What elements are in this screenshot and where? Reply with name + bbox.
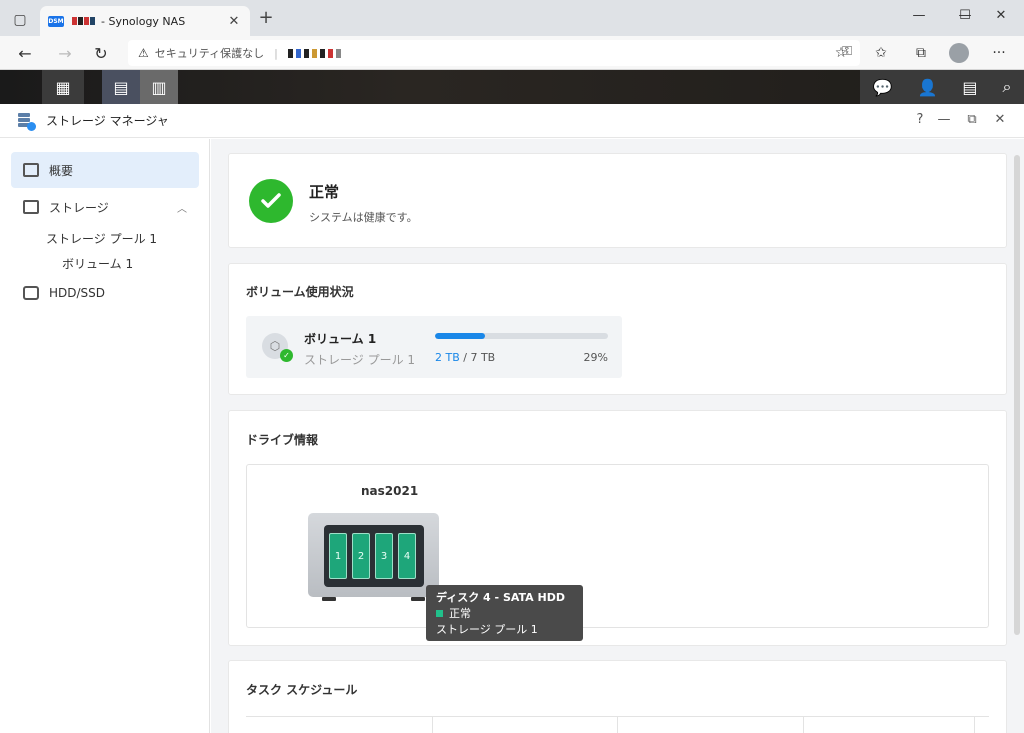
url-field[interactable]: ⚠ セキュリティ保護なし | ⚿ bbox=[128, 40, 860, 66]
main-content: 正常 システムは健康です。 ボリューム使用状況 ⬡ ✓ ボリューム 1 ストレー… bbox=[211, 139, 1024, 733]
drive-info-card: ドライブ情報 nas2021 1 2 3 4 bbox=[228, 410, 1007, 646]
disk-bay-3[interactable]: 3 bbox=[375, 533, 393, 579]
address-bar-row: ← → ↻ ⚠ セキュリティ保護なし | ⚿ ☆ ✩ ⧉ ··· bbox=[0, 36, 1024, 70]
volume-used: 2 TB / 7 TB bbox=[435, 351, 495, 364]
sidebar-item-overview[interactable]: 概要 bbox=[11, 152, 199, 188]
favorites-icon[interactable]: ✩ bbox=[868, 41, 894, 65]
used-separator: / bbox=[459, 351, 471, 364]
status-card: 正常 システムは健康です。 bbox=[228, 153, 1007, 248]
disk-bay-1[interactable]: 1 bbox=[329, 533, 347, 579]
profile-icon[interactable] bbox=[946, 41, 972, 65]
notifications-icon[interactable]: 💬 bbox=[873, 78, 893, 97]
dsm-taskbar: ▦ ▤ ▥ 💬 👤 ▤ ⌕ bbox=[0, 70, 1024, 104]
new-tab-icon[interactable]: + bbox=[256, 8, 276, 28]
redacted-url bbox=[287, 48, 341, 58]
column-divider bbox=[803, 717, 804, 733]
hdd-icon bbox=[23, 286, 39, 300]
tab-actions-icon[interactable]: ▢ bbox=[8, 8, 32, 32]
sidebar-item-label: ストレージ bbox=[49, 200, 109, 215]
content-scrollbar[interactable] bbox=[1014, 155, 1020, 635]
app-title: ストレージ マネージャ bbox=[46, 114, 169, 128]
volume-name: ボリューム 1 bbox=[304, 332, 377, 346]
forward-icon: → bbox=[58, 43, 72, 63]
search-icon[interactable]: ⌕ bbox=[1003, 77, 1012, 97]
file-station-icon[interactable]: ▤ bbox=[102, 70, 140, 104]
chevron-up-icon[interactable]: ︿ bbox=[177, 200, 187, 215]
sidebar-item-hdd[interactable]: HDD/SSD bbox=[11, 275, 199, 311]
sidebar-item-storage-pool[interactable]: ストレージ プール 1 bbox=[46, 230, 157, 247]
help-icon[interactable]: ? bbox=[910, 112, 930, 130]
window-close-icon[interactable]: ✕ bbox=[978, 0, 1024, 30]
user-icon[interactable]: 👤 bbox=[917, 78, 937, 97]
app-close-icon[interactable]: ✕ bbox=[990, 112, 1010, 130]
widgets-icon[interactable]: ▤ bbox=[962, 78, 977, 97]
url-separator: | bbox=[274, 46, 278, 60]
volume-usage-title: ボリューム使用状況 bbox=[246, 285, 354, 299]
redacted-text bbox=[72, 17, 95, 25]
taskbar-right-tray: 💬 👤 ▤ ⌕ bbox=[860, 70, 1024, 104]
storage-icon bbox=[23, 200, 39, 214]
sidebar-item-label: HDD/SSD bbox=[49, 286, 106, 300]
status-dot-icon bbox=[436, 610, 443, 617]
disk-bay-4[interactable]: 4 bbox=[398, 533, 416, 579]
column-divider bbox=[617, 717, 618, 733]
security-warning: セキュリティ保護なし bbox=[154, 47, 265, 60]
reload-icon[interactable]: ↻ bbox=[88, 41, 114, 65]
tab-title: - Synology NAS bbox=[101, 14, 186, 28]
sidebar-item-label: 概要 bbox=[49, 163, 74, 178]
sidebar-item-storage[interactable]: ストレージ ︿ bbox=[11, 189, 199, 225]
tooltip-status: 正常 bbox=[449, 607, 471, 620]
nas-front-panel: 1 2 3 4 bbox=[324, 525, 424, 587]
storage-manager-logo-icon bbox=[16, 111, 36, 131]
usage-bar bbox=[435, 333, 608, 339]
sidebar: 概要 ストレージ ︿ ストレージ プール 1 ボリューム 1 HDD/SSD bbox=[0, 139, 210, 733]
disk-tooltip: ディスク 4 - SATA HDD 正常 ストレージ プール 1 bbox=[426, 585, 583, 641]
tab-close-icon[interactable]: ✕ bbox=[226, 14, 242, 29]
task-table-header bbox=[246, 716, 989, 733]
back-icon[interactable]: ← bbox=[12, 41, 38, 65]
main-menu-icon[interactable]: ▦ bbox=[42, 70, 84, 104]
status-title: 正常 bbox=[309, 183, 340, 201]
app-minimize-icon[interactable]: — bbox=[934, 112, 954, 130]
collections-icon[interactable]: ⧉ bbox=[908, 41, 934, 65]
nas-foot bbox=[411, 597, 425, 601]
status-subtitle: システムは健康です。 bbox=[309, 211, 418, 224]
task-schedule-card: タスク スケジュール bbox=[228, 660, 1007, 733]
favorite-add-icon[interactable]: ☆ bbox=[828, 41, 854, 65]
total-value: 7 TB bbox=[470, 351, 496, 364]
more-icon[interactable]: ··· bbox=[986, 41, 1012, 65]
status-ok-icon bbox=[249, 179, 293, 223]
browser-tab[interactable]: DSM - Synology NAS ✕ bbox=[40, 6, 250, 36]
window-minimize-icon[interactable]: — bbox=[896, 0, 942, 30]
used-value: 2 TB bbox=[435, 351, 460, 364]
nas-foot bbox=[322, 597, 336, 601]
sidebar-item-volume[interactable]: ボリューム 1 bbox=[62, 255, 133, 272]
app-restore-icon[interactable]: ⧉ bbox=[962, 112, 982, 130]
column-divider bbox=[974, 717, 975, 733]
volume-item[interactable]: ⬡ ✓ ボリューム 1 ストレージ プール 1 2 TB / 7 TB 29% bbox=[246, 316, 622, 378]
volume-pool: ストレージ プール 1 bbox=[304, 353, 416, 367]
usage-bar-fill bbox=[435, 333, 486, 339]
tooltip-pool: ストレージ プール 1 bbox=[436, 623, 538, 636]
volume-ok-icon: ✓ bbox=[280, 349, 293, 362]
app-header: ストレージ マネージャ ? — ⧉ ✕ bbox=[0, 104, 1024, 138]
drive-info-title: ドライブ情報 bbox=[246, 433, 319, 447]
column-divider bbox=[432, 717, 433, 733]
overview-icon bbox=[23, 163, 39, 177]
tooltip-status-row: 正常 bbox=[436, 605, 573, 621]
volume-usage-card: ボリューム使用状況 ⬡ ✓ ボリューム 1 ストレージ プール 1 2 TB /… bbox=[228, 263, 1007, 395]
browser-tabstrip: ▢ DSM - Synology NAS ✕ + — bbox=[0, 0, 1024, 36]
storage-manager-taskbar-icon[interactable]: ▥ bbox=[140, 70, 178, 104]
dsm-favicon-icon: DSM bbox=[48, 15, 64, 27]
drive-diagram: nas2021 1 2 3 4 bbox=[246, 464, 989, 628]
warning-icon: ⚠ bbox=[138, 46, 149, 60]
disk-bay-2[interactable]: 2 bbox=[352, 533, 370, 579]
usage-percent: 29% bbox=[583, 351, 608, 364]
tooltip-title: ディスク 4 - SATA HDD bbox=[436, 591, 565, 604]
nas-device: 1 2 3 4 bbox=[308, 513, 439, 601]
task-schedule-title: タスク スケジュール bbox=[246, 683, 358, 697]
nas-name: nas2021 bbox=[361, 484, 419, 498]
